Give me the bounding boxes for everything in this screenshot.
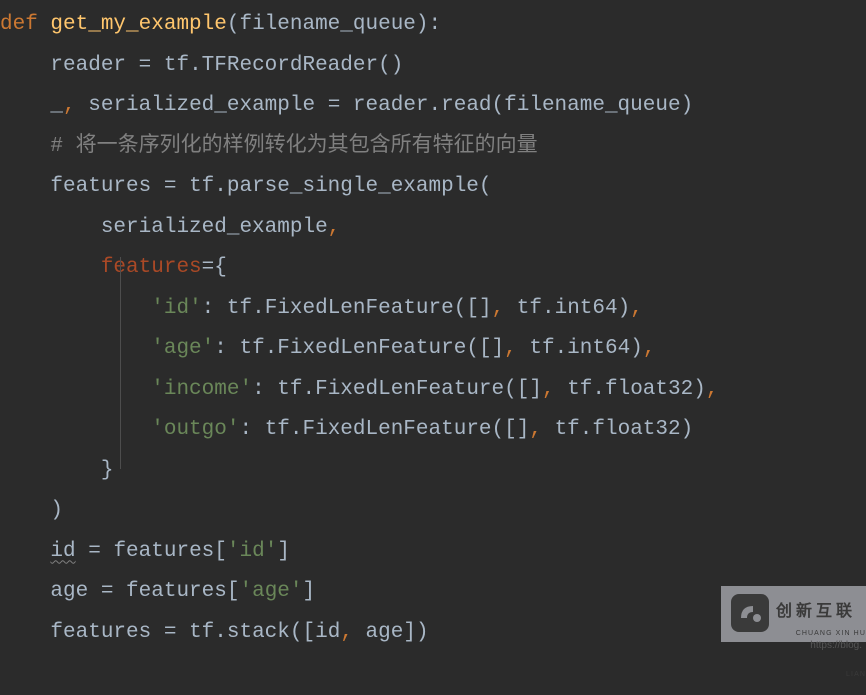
code-line: 'outgo': tf.FixedLenFeature([], tf.float…	[0, 418, 693, 441]
indent-guide	[120, 257, 121, 469]
code-line: _, serialized_example = reader.read(file…	[0, 94, 693, 117]
code-line: )	[0, 499, 63, 522]
code-editor[interactable]: def get_my_example(filename_queue): read…	[0, 0, 866, 653]
code-line: features = tf.stack([id, age])	[0, 621, 429, 644]
watermark-logo-icon	[731, 594, 769, 632]
watermark-badge: 创新互联 CHUANG XIN HU LIAN https://blog.	[721, 586, 866, 642]
code-line: 'age': tf.FixedLenFeature([], tf.int64),	[0, 337, 655, 360]
kwarg-features: features	[101, 256, 202, 279]
code-line: }	[0, 459, 113, 482]
code-line: 'id': tf.FixedLenFeature([], tf.int64),	[0, 297, 643, 320]
code-line: def get_my_example(filename_queue):	[0, 13, 441, 36]
code-line: id = features['id']	[0, 540, 290, 563]
code-line: # 将一条序列化的样例转化为其包含所有特征的向量	[0, 135, 538, 158]
code-line: 'income': tf.FixedLenFeature([], tf.floa…	[0, 378, 718, 401]
watermark-subtitle: CHUANG XIN HU LIAN	[776, 614, 866, 695]
code-line: age = features['age']	[0, 580, 315, 603]
keyword-def: def	[0, 13, 38, 36]
function-name: get_my_example	[50, 13, 226, 36]
code-line: serialized_example,	[0, 216, 340, 239]
comment: # 将一条序列化的样例转化为其包含所有特征的向量	[50, 135, 537, 158]
code-line: reader = tf.TFRecordReader()	[0, 54, 403, 77]
code-line: features = tf.parse_single_example(	[0, 175, 492, 198]
code-line: features={	[0, 256, 227, 279]
